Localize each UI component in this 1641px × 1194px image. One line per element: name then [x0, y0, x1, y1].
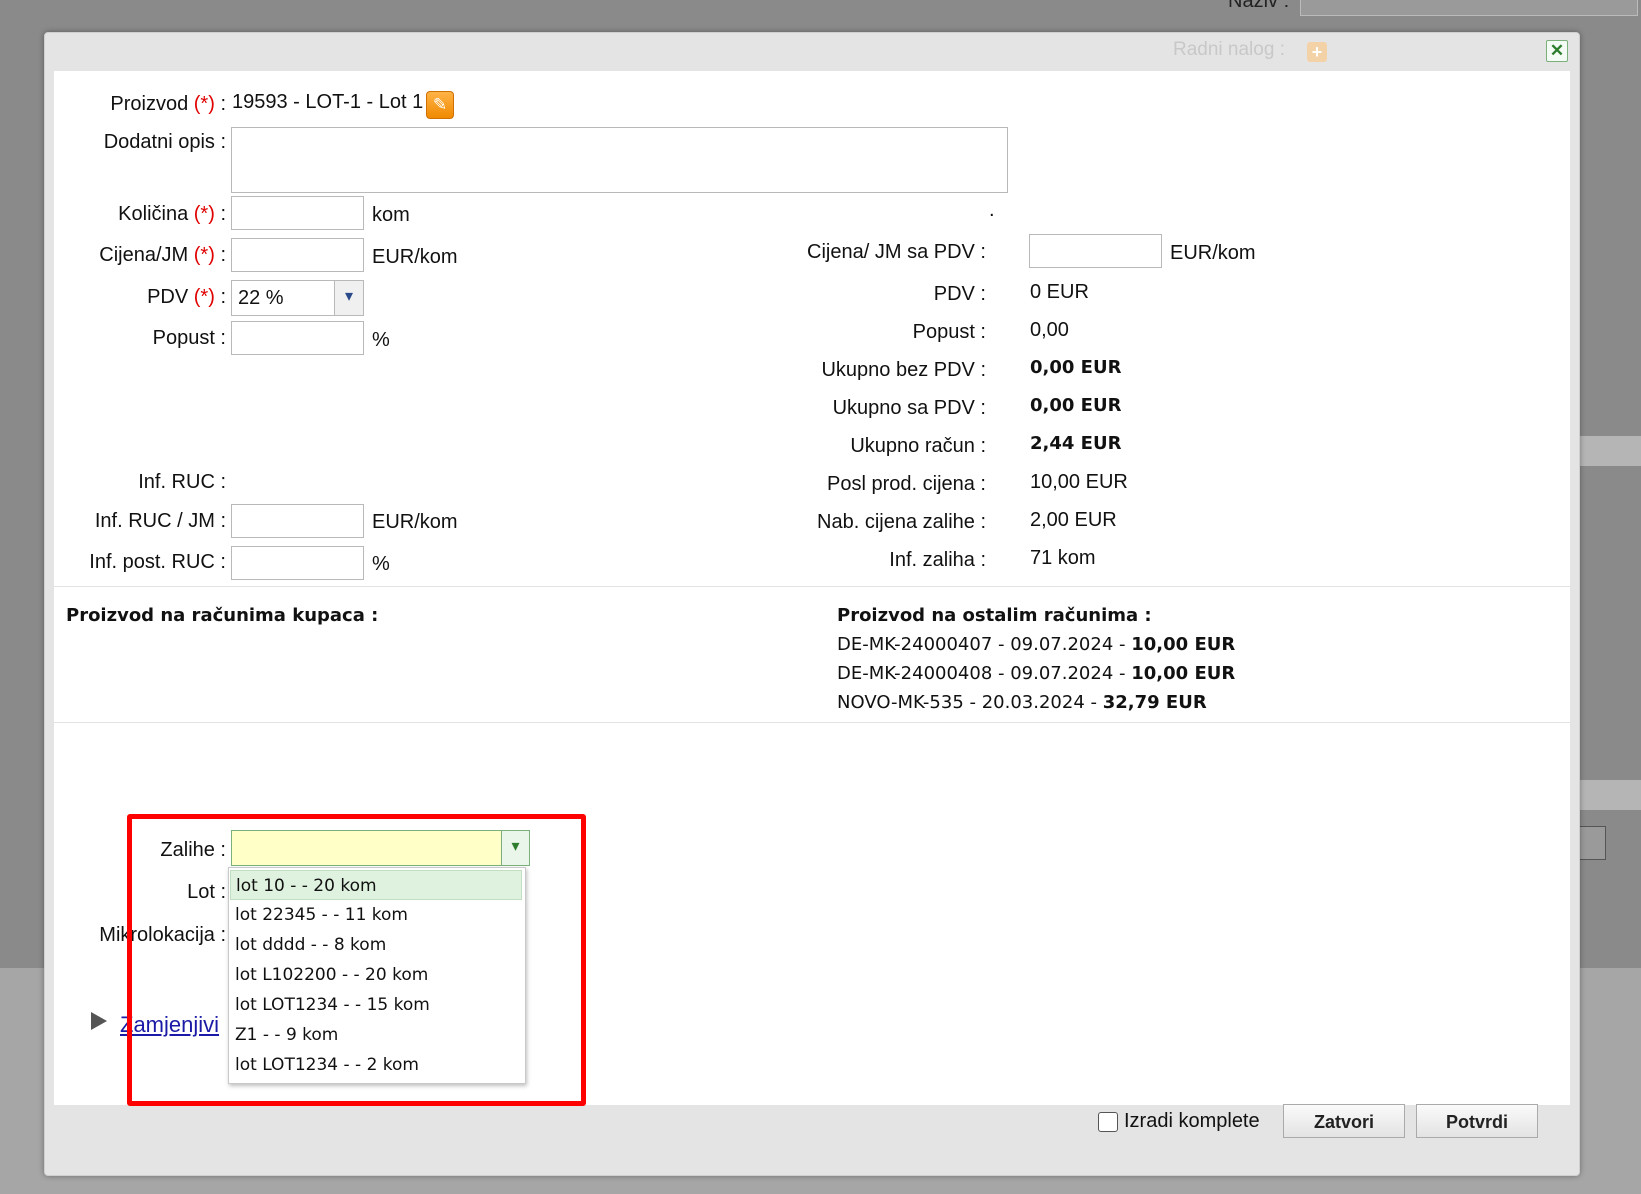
- izradi-komplete-checkbox[interactable]: [1098, 1112, 1118, 1132]
- kolicina-input[interactable]: [231, 196, 364, 230]
- radni-nalog-label: Radni nalog :: [1173, 39, 1285, 60]
- ukupno-racun-label: Ukupno račun :: [850, 435, 986, 457]
- inf-ruc-jm-unit: EUR/kom: [372, 511, 458, 533]
- inf-ruc-jm-input[interactable]: [231, 504, 364, 538]
- expand-triangle-icon[interactable]: [91, 1012, 107, 1030]
- dropdown-option[interactable]: lot LOT1234 - - 15 kom: [230, 990, 522, 1020]
- dialog-titlebar: Radni nalog : + ✕: [45, 33, 1579, 71]
- mikrolokacija-label: Mikrolokacija :: [99, 924, 226, 946]
- dialog-content: Proizvod (*) : 19593 - LOT-1 - Lot 1 ✎ D…: [54, 71, 1570, 1106]
- cijena-jm-unit: EUR/kom: [372, 246, 458, 268]
- proizvod-label: Proizvod (*) :: [110, 93, 226, 115]
- invoice-row: DE-MK-24000408 - 09.07.2024 - 10,00 EUR: [837, 663, 1236, 684]
- cijena-jm-pdv-input[interactable]: [1029, 234, 1162, 268]
- background-name-label: Naziv :: [1228, 0, 1290, 12]
- zalihe-dropdown-list: lot 10 - - 20 kom lot 22345 - - 11 kom l…: [228, 867, 526, 1084]
- ukupno-racun-value: 2,44 EUR: [1030, 433, 1122, 454]
- invoice-row: DE-MK-24000407 - 09.07.2024 - 10,00 EUR: [837, 634, 1236, 655]
- proizvod-value: 19593 - LOT-1 - Lot 1: [232, 91, 424, 113]
- popust-label: Popust :: [152, 327, 226, 349]
- pdv-select[interactable]: 22 % ▾: [231, 280, 364, 316]
- inf-zaliha-label: Inf. zaliha :: [889, 549, 986, 571]
- dodatni-opis-textarea[interactable]: [231, 127, 1008, 193]
- popust-input[interactable]: [231, 321, 364, 355]
- ukupno-bez-pdv-value: 0,00 EUR: [1030, 357, 1122, 378]
- summary-pdv-label: PDV :: [933, 283, 986, 305]
- zamjenjivi-link[interactable]: Zamjenjivi: [120, 1012, 219, 1038]
- cijena-jm-pdv-unit: EUR/kom: [1170, 242, 1256, 264]
- ukupno-sa-pdv-value: 0,00 EUR: [1030, 395, 1122, 416]
- add-icon[interactable]: +: [1307, 42, 1327, 62]
- divider: [54, 586, 1570, 587]
- pdv-select-value: 22 %: [238, 287, 284, 309]
- ukupno-bez-pdv-label: Ukupno bez PDV :: [821, 359, 986, 381]
- popust-unit: %: [372, 329, 390, 351]
- inf-zaliha-value: 71 kom: [1030, 547, 1096, 569]
- nab-cijena-zalihe-value: 2,00 EUR: [1030, 509, 1117, 531]
- summary-popust-label: Popust :: [912, 321, 986, 343]
- chevron-down-icon[interactable]: ▾: [501, 831, 529, 865]
- stavka-dialog: Radni nalog : + ✕ Proizvod (*) : 19593 -…: [44, 32, 1580, 1176]
- separator-dot: .: [989, 199, 995, 221]
- inf-post-ruc-input[interactable]: [231, 546, 364, 580]
- background-name-input: [1300, 0, 1638, 16]
- background-field: [1574, 436, 1641, 466]
- kolicina-unit: kom: [372, 204, 410, 226]
- posl-prod-cijena-value: 10,00 EUR: [1030, 471, 1128, 493]
- inf-post-ruc-label: Inf. post. RUC :: [89, 551, 226, 573]
- kupci-invoices-title: Proizvod na računima kupaca :: [66, 605, 379, 626]
- dodatni-opis-label: Dodatni opis :: [103, 131, 226, 153]
- cijena-jm-label: Cijena/JM (*) :: [99, 244, 226, 266]
- summary-pdv-value: 0 EUR: [1030, 281, 1089, 303]
- dropdown-option[interactable]: Z1 - - 9 kom: [230, 1020, 522, 1050]
- zalihe-label: Zalihe :: [160, 839, 226, 861]
- cijena-jm-input[interactable]: [231, 238, 364, 272]
- zalihe-combobox[interactable]: ▾: [231, 830, 530, 866]
- invoice-row: NOVO-MK-535 - 20.03.2024 - 32,79 EUR: [837, 692, 1207, 713]
- kolicina-label: Količina (*) :: [118, 203, 226, 225]
- dropdown-option[interactable]: lot LOT1234 - - 2 kom: [230, 1050, 522, 1080]
- ostali-invoices-title: Proizvod na ostalim računima :: [837, 605, 1152, 626]
- inf-ruc-jm-label: Inf. RUC / JM :: [94, 510, 226, 532]
- posl-prod-cijena-label: Posl prod. cijena :: [827, 473, 986, 495]
- inf-ruc-label: Inf. RUC :: [138, 471, 226, 493]
- dropdown-option[interactable]: lot 22345 - - 11 kom: [230, 900, 522, 930]
- nab-cijena-zalihe-label: Nab. cijena zalihe :: [817, 511, 986, 533]
- cijena-jm-pdv-label: Cijena/ JM sa PDV :: [807, 241, 986, 263]
- izradi-komplete-label: Izradi komplete: [1124, 1110, 1260, 1132]
- dropdown-option[interactable]: lot 10 - - 20 kom: [230, 870, 522, 900]
- chevron-down-icon[interactable]: ▾: [334, 281, 363, 315]
- lot-label: Lot :: [187, 881, 226, 903]
- edit-icon[interactable]: ✎: [426, 91, 454, 119]
- divider: [54, 722, 1570, 723]
- potvrdi-button[interactable]: Potvrdi: [1416, 1104, 1538, 1138]
- pdv-label: PDV (*) :: [147, 286, 226, 308]
- zatvori-button[interactable]: Zatvori: [1283, 1104, 1405, 1138]
- inf-post-ruc-unit: %: [372, 553, 390, 575]
- ukupno-sa-pdv-label: Ukupno sa PDV :: [832, 397, 986, 419]
- close-icon[interactable]: ✕: [1546, 40, 1568, 62]
- dropdown-option[interactable]: lot dddd - - 8 kom: [230, 930, 522, 960]
- dropdown-option[interactable]: lot L102200 - - 20 kom: [230, 960, 522, 990]
- background-field: [1574, 780, 1641, 810]
- summary-popust-value: 0,00: [1030, 319, 1069, 341]
